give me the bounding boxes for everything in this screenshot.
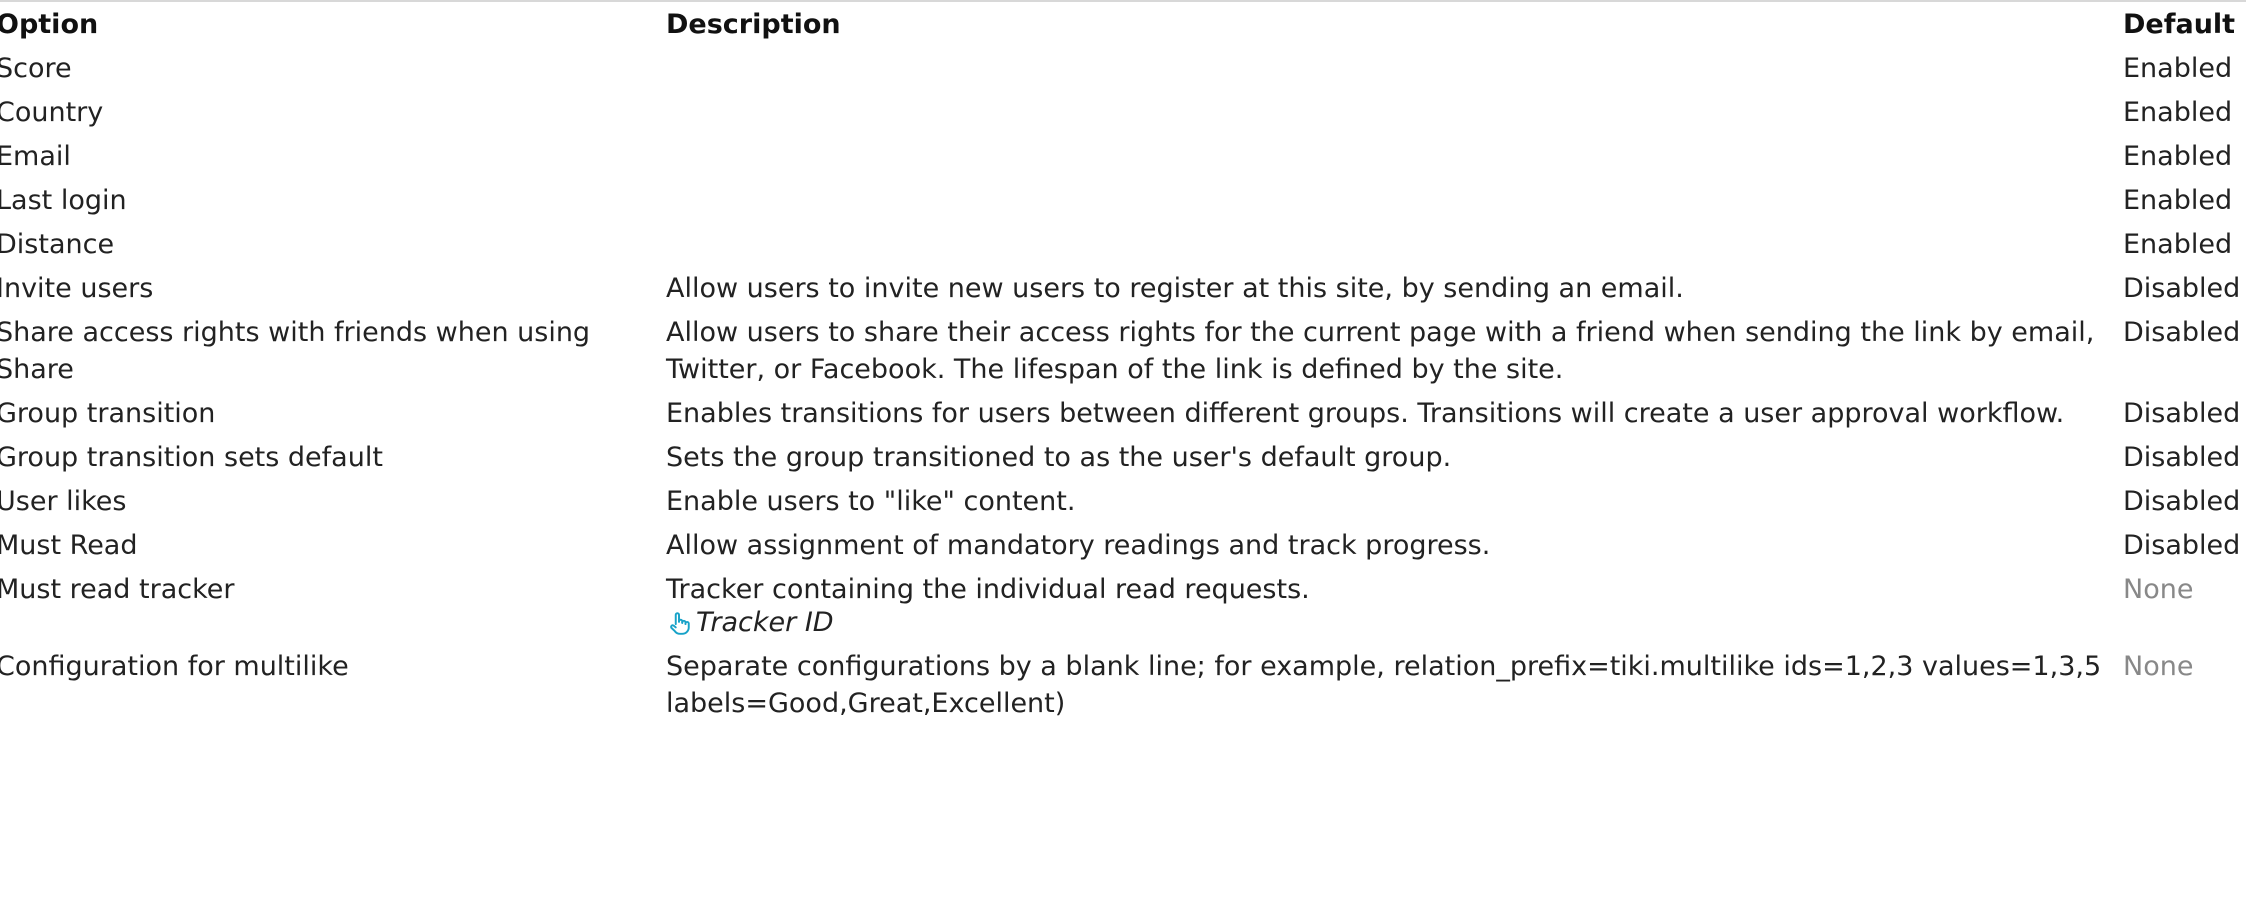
table-row: Must read tracker Tracker containing the… — [0, 569, 2246, 646]
option-description: Allow assignment of mandatory readings a… — [666, 530, 1491, 561]
description-header: Description — [666, 9, 841, 40]
option-name: Group transition — [0, 398, 216, 429]
table-row: Distance Enabled — [0, 224, 2246, 268]
option-description: Separate configurations by a blank line;… — [666, 651, 2102, 719]
option-description — [666, 92, 2123, 136]
option-name: Last login — [0, 185, 127, 216]
table-row: Invite users Allow users to invite new u… — [0, 268, 2246, 312]
table-row: Must Read Allow assignment of mandatory … — [0, 525, 2246, 569]
option-description: Enable users to "like" content. — [666, 486, 1076, 517]
option-default: Disabled — [2123, 317, 2241, 348]
table-row: Group transition Enables transitions for… — [0, 393, 2246, 437]
table-row: Last login Enabled — [0, 180, 2246, 224]
option-name: Must Read — [0, 530, 138, 561]
option-default: None — [2123, 574, 2194, 605]
option-description: Tracker containing the individual read r… — [666, 574, 1310, 605]
table-row: Configuration for multilike Separate con… — [0, 646, 2246, 727]
option-description — [666, 48, 2123, 92]
option-name: Distance — [0, 229, 115, 260]
tracker-id-label: Tracker ID — [696, 607, 834, 638]
preferences-page: Option Description Default Score Enabled… — [0, 0, 2246, 912]
option-name: User likes — [0, 486, 127, 517]
option-name: Invite users — [0, 273, 154, 304]
option-default: Disabled — [2123, 486, 2241, 517]
option-name: Email — [0, 141, 71, 172]
option-name: Share access rights with friends when us… — [0, 317, 591, 385]
table-row: Score Enabled — [0, 48, 2246, 92]
table-row: Group transition sets default Sets the g… — [0, 437, 2246, 481]
option-description: Allow users to share their access rights… — [666, 317, 2095, 385]
option-description: Sets the group transitioned to as the us… — [666, 442, 1452, 473]
option-default: Disabled — [2123, 530, 2241, 561]
preferences-table: Option Description Default Score Enabled… — [0, 2, 2246, 727]
option-default: Enabled — [2123, 185, 2233, 216]
option-name: Must read tracker — [0, 574, 235, 605]
option-default: Enabled — [2123, 53, 2233, 84]
option-header: Option — [0, 9, 99, 40]
option-name: Configuration for multilike — [0, 651, 349, 682]
option-default: Enabled — [2123, 97, 2233, 128]
option-description: Enables transitions for users between di… — [666, 398, 2065, 429]
tracker-id-hint[interactable]: Tracker ID — [666, 604, 2103, 641]
option-default: Disabled — [2123, 398, 2241, 429]
option-name: Group transition sets default — [0, 442, 383, 473]
option-name: Country — [0, 97, 104, 128]
default-header: Default — [2123, 9, 2236, 40]
option-description — [666, 136, 2123, 180]
option-name: Score — [0, 53, 72, 84]
option-default: Enabled — [2123, 141, 2233, 172]
option-description-cell: Tracker containing the individual read r… — [666, 569, 2123, 646]
option-description — [666, 180, 2123, 224]
pointer-hand-icon — [670, 611, 690, 635]
table-row: Share access rights with friends when us… — [0, 312, 2246, 393]
table-row: Email Enabled — [0, 136, 2246, 180]
option-default: Enabled — [2123, 229, 2233, 260]
option-description — [666, 224, 2123, 268]
option-default: Disabled — [2123, 273, 2241, 304]
header-row: Option Description Default — [0, 2, 2246, 48]
option-default: Disabled — [2123, 442, 2241, 473]
table-row: Country Enabled — [0, 92, 2246, 136]
table-row: User likes Enable users to "like" conten… — [0, 481, 2246, 525]
option-description: Allow users to invite new users to regis… — [666, 273, 1684, 304]
option-default: None — [2123, 651, 2194, 682]
